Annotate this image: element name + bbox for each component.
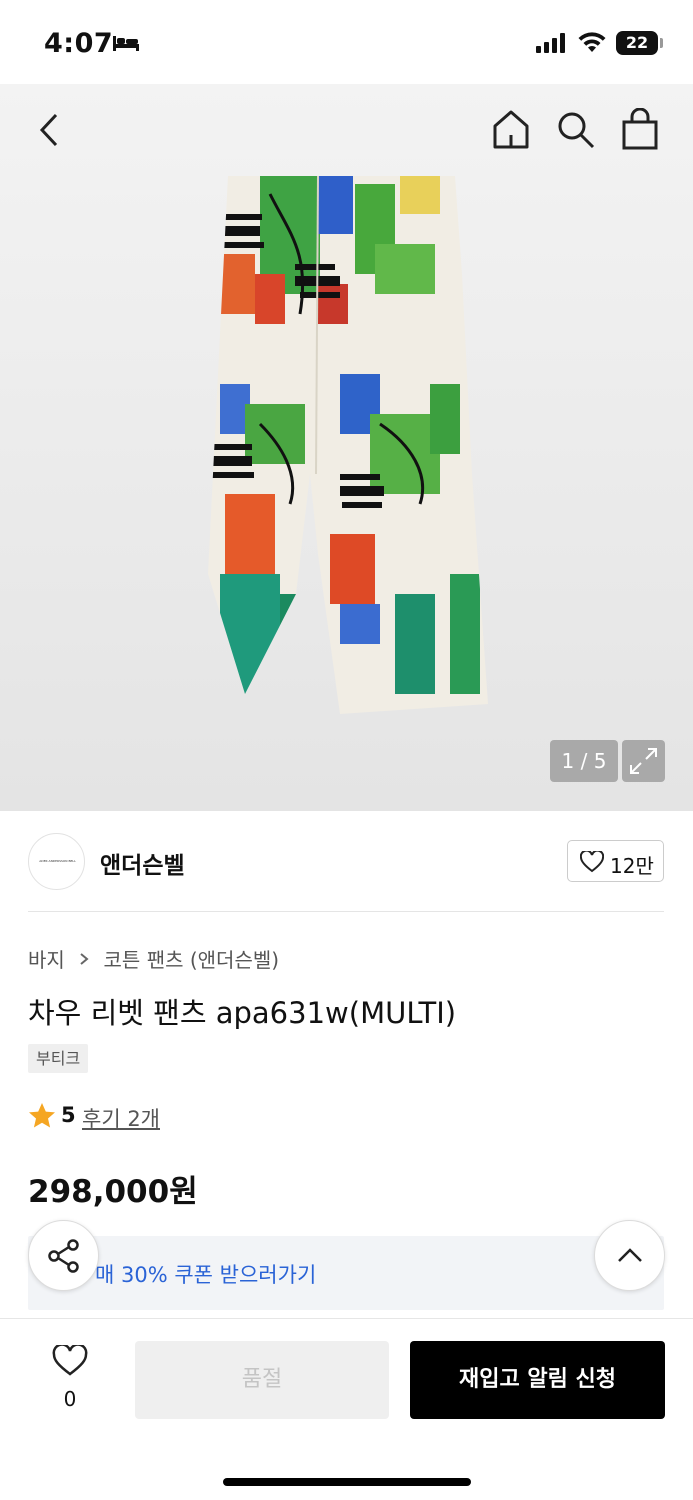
- brand-name[interactable]: 앤더슨벨: [100, 846, 185, 880]
- signal-icon: [536, 33, 565, 53]
- brand-like-button[interactable]: 12만: [567, 840, 664, 882]
- star-icon: [29, 1103, 55, 1128]
- breadcrumb: 바지 코튼 팬츠 (앤더슨벨): [28, 944, 279, 973]
- brand-like-count: 12만: [610, 854, 654, 878]
- chevron-up-icon: [618, 1248, 642, 1262]
- brand-logo[interactable]: ADER ANDERSSON BELL: [28, 833, 85, 890]
- home-indicator[interactable]: [223, 1478, 471, 1486]
- coupon-banner[interactable]: 매 30% 쿠폰 받으러가기: [28, 1236, 664, 1310]
- bottom-action-bar: 0 품절 재입고 알림 신청: [0, 1318, 693, 1500]
- back-icon[interactable]: [34, 112, 64, 148]
- brand-logo-text: ADER ANDERSSON BELL: [39, 859, 76, 863]
- page-indicator: 1 / 5: [550, 740, 618, 782]
- wishlist-heart-icon[interactable]: [52, 1345, 88, 1377]
- boutique-tag: 부티크: [28, 1044, 89, 1073]
- bed-icon: [113, 36, 139, 51]
- scroll-to-top-button[interactable]: [594, 1220, 665, 1291]
- chevron-right-icon: [79, 947, 89, 971]
- battery-cap: [660, 38, 663, 48]
- soldout-button[interactable]: 품절: [135, 1341, 389, 1419]
- share-button[interactable]: [28, 1220, 99, 1291]
- wifi-icon: [578, 32, 606, 52]
- home-icon[interactable]: [490, 108, 532, 150]
- reviews-link[interactable]: 후기 2개: [82, 1103, 160, 1133]
- wishlist-count: 0: [63, 1387, 77, 1411]
- breadcrumb-item-subcategory[interactable]: 코튼 팬츠 (앤더슨벨): [104, 948, 280, 972]
- shopping-bag-icon[interactable]: [620, 108, 660, 150]
- product-title: 차우 리벳 팬츠 apa631w(MULTI): [28, 996, 457, 1030]
- divider: [28, 911, 664, 912]
- search-icon[interactable]: [556, 110, 596, 150]
- battery-icon: 22: [616, 31, 658, 55]
- product-gallery[interactable]: 1 / 5: [0, 84, 693, 811]
- price: 298,000원: [28, 1174, 198, 1210]
- status-bar: 4:07 22: [0, 0, 693, 84]
- share-icon: [48, 1239, 79, 1273]
- status-time: 4:07: [44, 28, 114, 59]
- battery-level: 22: [625, 33, 649, 52]
- expand-button[interactable]: [622, 740, 665, 782]
- restock-alert-button[interactable]: 재입고 알림 신청: [410, 1341, 665, 1419]
- rating-value: 5: [61, 1103, 76, 1127]
- product-image[interactable]: [200, 174, 500, 719]
- expand-icon: [630, 748, 657, 774]
- breadcrumb-item-category[interactable]: 바지: [28, 948, 65, 972]
- coupon-text[interactable]: 매 30% 쿠폰 받으러가기: [95, 1259, 316, 1289]
- heart-icon: [580, 851, 604, 873]
